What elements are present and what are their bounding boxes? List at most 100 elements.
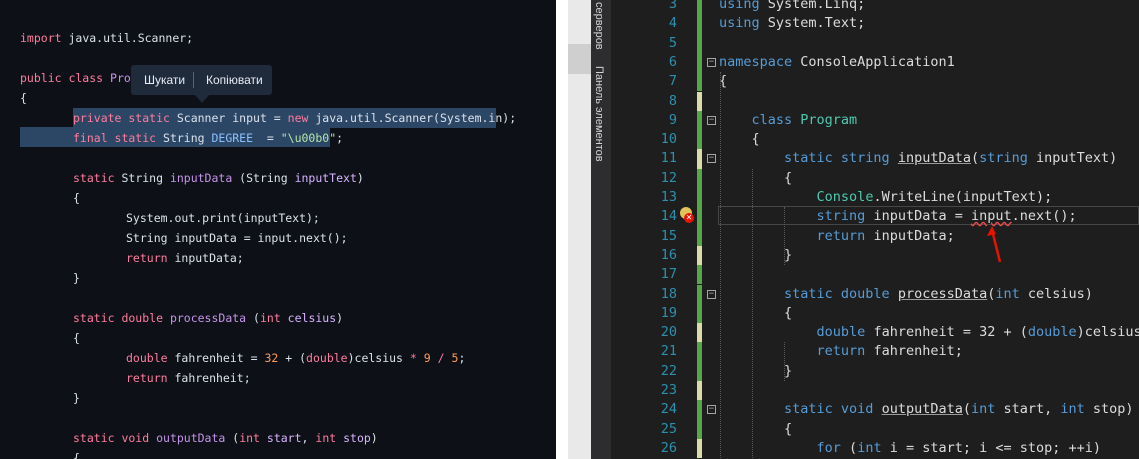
collapse-icon[interactable]: − [707,115,716,125]
change-tracking-bar [697,342,702,362]
change-tracking-bar [697,33,702,53]
code-line: 10 { [611,130,1139,150]
line-number: 4 [668,15,677,32]
code-token: start [266,431,302,445]
line-number: 20 [660,324,677,341]
code-token: "\u00b0" [280,131,337,145]
change-tracking-bar [697,207,702,227]
code-token: String [163,131,212,145]
code-token: Scanner input = [176,111,288,125]
code-token: } [719,362,793,379]
change-tracking-bar [697,110,702,131]
change-tracking-bar [697,130,702,150]
change-tracking-bar [697,91,702,111]
code-line: 5 [611,33,1139,53]
code-token: .next(); [1011,208,1077,225]
change-tracking-bar [697,149,702,169]
error-icon: ✕ [684,213,694,223]
line-number: 12 [660,169,677,186]
code-token: processData [169,311,247,325]
line-number: 8 [668,92,677,109]
tab-server-explorer[interactable]: серверов [593,2,605,50]
code-line: 16 } [611,245,1139,266]
tool-window-tabs: серверов Панель элементов [591,0,611,459]
code-token: int [315,431,344,445]
change-tracking-bar [697,52,702,73]
code-line: 23 [611,381,1139,401]
code-token: fahrenheit = 32 + ( [873,324,1028,341]
line-number: 11 [660,150,677,167]
code-token: input [970,208,1012,225]
code-token: inputData = [873,208,971,225]
code-token: } [73,391,80,405]
code-line: static String inputData (String inputTex… [73,168,364,188]
code-line: private static Scanner input = new java.… [73,108,516,128]
code-token: / [437,351,445,365]
code-text: class Program [719,111,858,130]
code-token: { [73,331,80,345]
code-line: String inputData = input.next(); [126,228,348,248]
code-token: namespace [719,53,801,70]
code-token: ) [336,311,344,325]
change-tracking-bar [697,438,702,459]
code-line: 7{ [611,72,1139,92]
search-button[interactable]: Шукати [144,65,185,95]
collapse-icon[interactable]: − [707,405,716,415]
code-line: return fahrenheit; [126,368,251,388]
line-number: 13 [660,189,677,205]
change-tracking-bar [697,400,702,420]
code-text: Console.WriteLine(inputText); [719,188,1053,207]
code-token: class [719,111,801,128]
code-text: for (int i = start; i <= stop; ++i) [719,439,1102,458]
code-token: fahrenheit = [174,351,265,365]
code-text: { [719,169,792,188]
code-token: int [1060,401,1093,418]
code-token: int [239,431,267,445]
visual-studio-editor[interactable]: 3 using System.Linq; 4 using System.Text; 5 6… [611,0,1139,459]
line-number: 14 [660,208,677,225]
code-token: return [719,343,874,360]
code-token: import [20,31,69,45]
code-text: string inputData = input.next(); [719,207,1077,226]
code-token: static string [719,150,898,167]
code-token: celsius [287,311,337,325]
tab-toolbox[interactable]: Панель элементов [593,66,605,162]
code-line: 25 { [611,419,1139,439]
code-token: final static [73,131,164,145]
line-number: 7 [668,73,677,90]
code-token: static void [73,431,157,445]
copy-button[interactable]: Копіювати [206,65,263,95]
code-line: 20 double fahrenheit = 32 + (double)cels… [611,323,1139,343]
collapse-icon[interactable]: − [707,154,716,164]
line-number: 21 [660,343,677,360]
code-token: String [126,231,175,245]
code-token: ; [336,131,344,145]
code-token: String [121,171,170,185]
code-line: final static String DEGREE = "\u00b0"; [73,128,343,148]
code-token: stop [343,431,371,445]
code-text: static double processData(int celsius) [719,285,1093,304]
collapse-icon[interactable]: − [707,289,716,299]
code-line: 17 [611,265,1139,285]
code-line: 15 return inputData; [611,226,1139,246]
code-token: ( [970,150,980,167]
code-line: 6 − namespace ConsoleApplication1 [611,52,1139,73]
scrollbar-thumb[interactable] [568,44,591,74]
code-token: )celsius [1076,324,1139,341]
indent-guide [784,207,785,266]
code-line: 4 using System.Text; [611,14,1139,34]
code-token: int [995,285,1028,302]
code-line: static double processData (int celsius) [73,308,343,328]
change-tracking-bar [697,226,702,246]
code-line: return inputData; [126,248,244,268]
code-token: outputData [156,431,226,445]
collapse-icon[interactable]: − [707,57,716,67]
change-tracking-bar [697,419,702,439]
code-token: static [73,171,122,185]
code-token: outputData [881,401,963,418]
line-number: 22 [660,362,677,379]
code-token: string [979,150,1037,167]
code-token: string [719,208,874,225]
line-number: 26 [660,439,677,456]
